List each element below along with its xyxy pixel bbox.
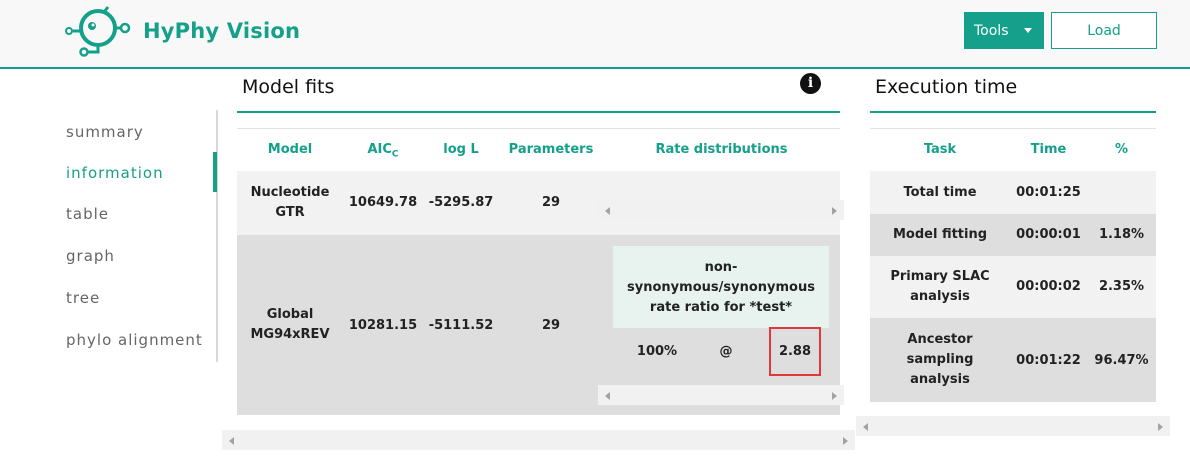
col-logl[interactable]: log L — [423, 142, 499, 157]
aic-cell: 10281.15 — [348, 318, 418, 333]
rate-scrollbar-row1[interactable] — [598, 200, 844, 220]
rate-label-line: rate ratio for *test* — [649, 300, 793, 315]
task-line: analysis — [910, 372, 970, 387]
rate-weight: 100% — [636, 344, 678, 359]
logl-cell: -5111.52 — [428, 318, 494, 333]
parameters-cell: 29 — [541, 195, 561, 210]
col-aic[interactable]: AICC — [343, 142, 423, 160]
aic-label: AIC — [367, 142, 392, 157]
percent-cell: 96.47% — [1094, 353, 1149, 368]
hyphy-logo-icon — [65, 6, 131, 57]
sidebar-item-tree[interactable]: tree — [66, 289, 100, 307]
model-name-line: Global — [266, 307, 314, 322]
task-cell: Primary SLAC analysis — [870, 267, 1010, 307]
scroll-right-icon[interactable] — [832, 392, 837, 400]
scroll-left-icon[interactable] — [229, 437, 234, 445]
col-rate-distributions[interactable]: Rate distributions — [603, 142, 840, 157]
scroll-right-icon[interactable] — [832, 207, 837, 215]
active-nav-indicator — [213, 152, 217, 192]
model-name-cell: Nucleotide GTR — [237, 183, 343, 223]
model-name-line: GTR — [275, 205, 305, 220]
rate-at-symbol: @ — [719, 344, 733, 359]
task-cell: Model fitting — [892, 227, 988, 242]
sidebar-nav: summary information table graph tree phy… — [54, 110, 218, 362]
sidebar-item-summary[interactable]: summary — [66, 123, 144, 141]
col-time[interactable]: Time — [1010, 142, 1087, 157]
sidebar-item-graph[interactable]: graph — [66, 247, 115, 265]
col-task[interactable]: Task — [870, 142, 1010, 157]
model-fits-title: Model fits — [242, 76, 335, 98]
scroll-left-icon[interactable] — [605, 392, 610, 400]
execution-time-divider — [870, 111, 1156, 113]
percent-cell: 2.35% — [1098, 279, 1145, 294]
sidebar-item-table[interactable]: table — [66, 205, 109, 223]
info-icon[interactable]: i — [800, 73, 821, 94]
task-line: Primary SLAC — [890, 269, 990, 284]
model-name-line: Nucleotide — [250, 185, 330, 200]
scroll-left-icon[interactable] — [605, 207, 610, 215]
time-cell: 00:01:22 — [1016, 353, 1081, 368]
task-cell: Ancestor sampling analysis — [870, 330, 1010, 390]
model-name-cell: Global MG94xREV — [237, 305, 343, 345]
scroll-right-icon[interactable] — [843, 437, 848, 445]
logl-cell: -5295.87 — [428, 195, 494, 210]
scroll-right-icon[interactable] — [1158, 423, 1163, 431]
model-fits-divider — [237, 111, 840, 113]
rate-scrollbar-row2[interactable] — [598, 385, 844, 405]
sidebar-item-phylo-alignment[interactable]: phylo alignment — [66, 331, 203, 349]
load-button[interactable]: Load — [1051, 12, 1157, 49]
col-model[interactable]: Model — [237, 142, 343, 157]
rate-distribution-label: non- synonymous/synonymous rate ratio fo… — [613, 258, 829, 318]
rate-label-line: non- — [704, 260, 738, 275]
col-parameters[interactable]: Parameters — [499, 142, 603, 157]
col-percent[interactable]: % — [1087, 142, 1156, 157]
time-cell: 00:01:25 — [1016, 185, 1081, 200]
percent-cell: 1.18% — [1098, 227, 1145, 242]
sidebar-item-information[interactable]: information — [66, 164, 164, 182]
tools-dropdown-button[interactable]: Tools — [964, 12, 1044, 49]
aic-subscript: C — [391, 149, 399, 160]
scroll-left-icon[interactable] — [863, 423, 868, 431]
task-line: analysis — [910, 289, 970, 304]
highlight-box — [769, 327, 821, 376]
tools-label: Tools — [974, 22, 1009, 39]
time-cell: 00:00:02 — [1016, 279, 1081, 294]
top-navbar: HyPhy Vision Tools Load — [0, 0, 1190, 69]
aic-cell: 10649.78 — [348, 195, 418, 210]
task-line: Ancestor — [907, 332, 973, 347]
time-cell: 00:00:01 — [1016, 227, 1081, 242]
rate-label-line: synonymous/synonymous — [627, 280, 815, 295]
parameters-cell: 29 — [541, 318, 561, 333]
task-line: sampling — [906, 352, 974, 367]
model-name-line: MG94xREV — [250, 327, 330, 342]
execution-time-horizontal-scrollbar[interactable] — [856, 416, 1170, 436]
task-cell: Total time — [903, 185, 977, 200]
caret-down-icon — [1024, 28, 1032, 33]
brand-name: HyPhy Vision — [143, 19, 301, 43]
model-fits-horizontal-scrollbar[interactable] — [222, 430, 855, 450]
execution-time-title: Execution time — [875, 76, 1018, 98]
